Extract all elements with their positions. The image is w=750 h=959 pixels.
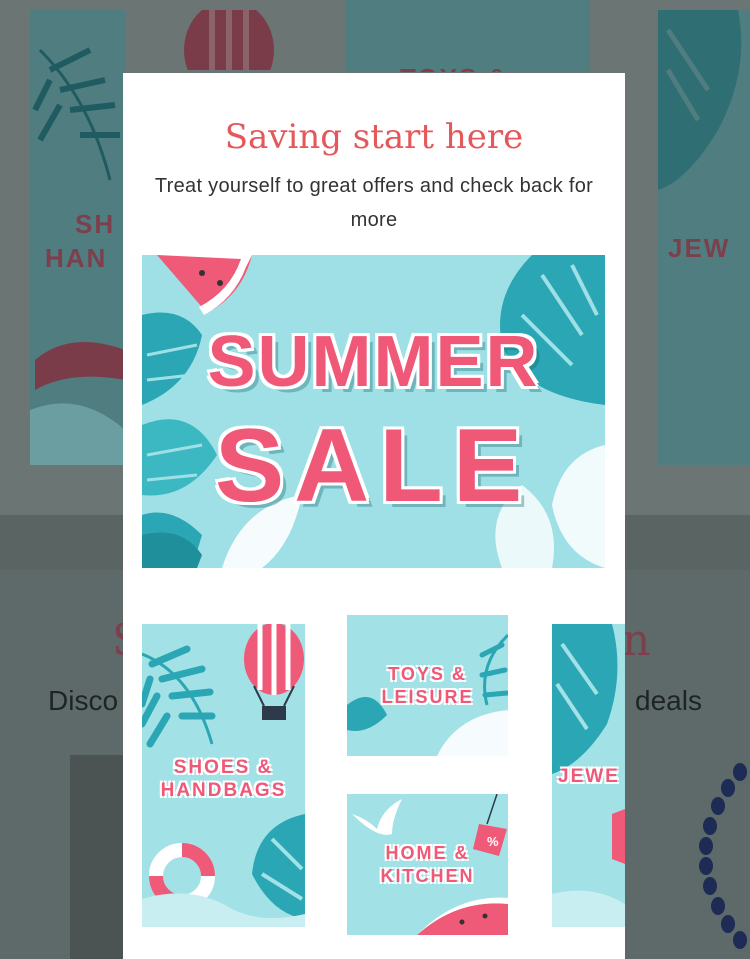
tile-label-line1: TOYS & <box>388 664 467 684</box>
summer-sale-banner[interactable]: SUMMER SALE <box>142 255 605 568</box>
category-tile-toys-leisure[interactable]: TOYS & LEISURE <box>347 615 508 756</box>
offers-modal: Saving start here Treat yourself to grea… <box>123 73 625 959</box>
tile-label-line2: HANDBAGS <box>160 780 287 801</box>
category-tile-jewelry[interactable]: JEWE <box>552 624 625 927</box>
tile-label-line2: LEISURE <box>381 687 474 707</box>
hero-title-line1: SUMMER <box>207 322 540 402</box>
modal-subtitle: Treat yourself to great offers and check… <box>154 175 594 231</box>
modal-title: Saving start here <box>224 117 524 157</box>
category-tile-home-kitchen[interactable]: % HOME & KITCHEN <box>347 794 508 935</box>
tile-label-line2: KITCHEN <box>380 866 475 886</box>
category-tile-shoes-handbags[interactable]: SHOES & HANDBAGS <box>142 624 305 927</box>
tile-label-line1: JEWE <box>558 766 620 787</box>
tile-label-line1: HOME & <box>385 843 470 863</box>
tile-label-line1: SHOES & <box>173 757 274 778</box>
hero-title-line2: SALE <box>214 408 533 524</box>
